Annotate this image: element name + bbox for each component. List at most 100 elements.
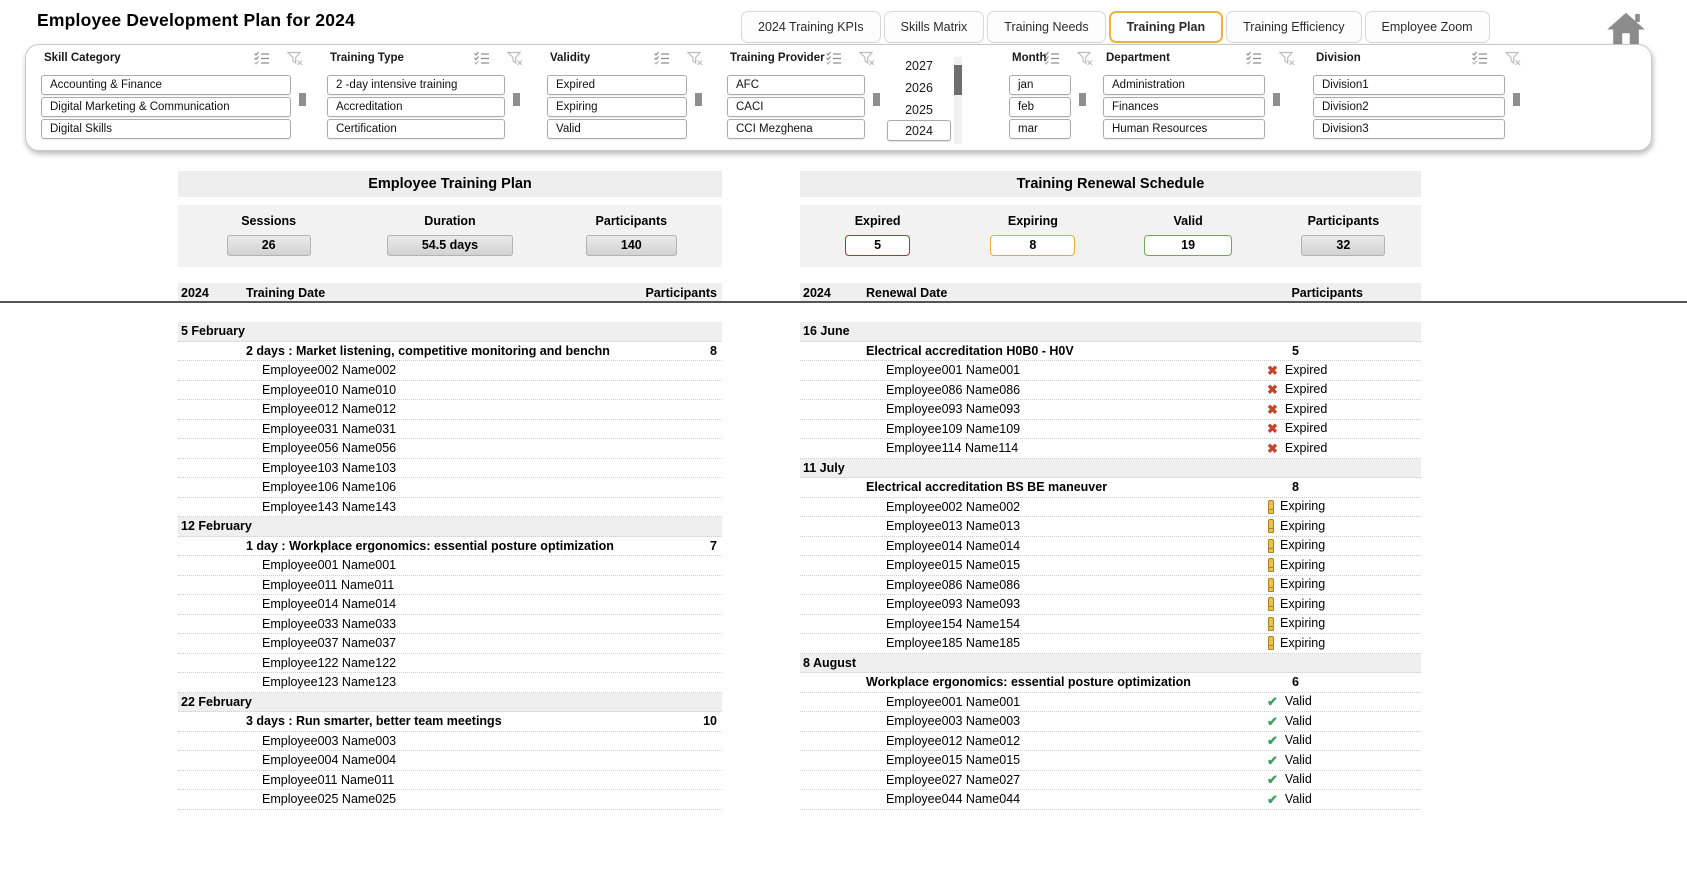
table-row-employee: Employee123 Name123	[178, 673, 722, 693]
slicer-training-provider-item[interactable]: CACI	[727, 97, 865, 117]
slicer-training-type-item[interactable]: Certification	[327, 119, 505, 139]
slicer-skill-category-item[interactable]: Digital Skills	[41, 119, 291, 139]
year-label: 2024	[803, 286, 831, 300]
clear-filter-icon[interactable]	[1504, 51, 1521, 71]
slicer-division-item[interactable]: Division1	[1313, 75, 1505, 95]
slicer-year-item[interactable]: 2026	[887, 78, 951, 99]
home-icon[interactable]	[1602, 8, 1650, 48]
expiring-icon	[1267, 499, 1274, 514]
slicer-skill-category-item[interactable]: Digital Marketing & Communication	[41, 97, 291, 117]
slicer-division-title: Division	[1316, 52, 1361, 64]
multi-select-icon[interactable]	[1245, 51, 1262, 70]
slicer-year-item-selected[interactable]: 2024	[887, 120, 951, 141]
session-title: Electrical accreditation H0B0 - H0V	[866, 343, 1074, 358]
table-rows: 5 February 2 days : Market listening, com…	[178, 322, 722, 810]
expired-icon: ✖	[1267, 421, 1278, 437]
slicer-training-provider-item[interactable]: AFC	[727, 75, 865, 95]
employee-name: Employee103 Name103	[262, 460, 397, 475]
status-cell: ✔ Valid	[1267, 790, 1312, 809]
table-row-employee: Employee012 Name012	[178, 400, 722, 420]
table-row-employee: Employee086 Name086 ✖ Expired	[800, 381, 1421, 400]
status-label: Valid	[1284, 791, 1312, 806]
tab-2024-training-kpis[interactable]: 2024 Training KPIs	[741, 11, 881, 43]
slicer-training-provider-scrollbar[interactable]	[873, 93, 880, 106]
employee-name: Employee123 Name123	[262, 675, 397, 689]
multi-select-icon[interactable]	[653, 51, 670, 70]
slicer-skill-category-item[interactable]: Accounting & Finance	[41, 75, 291, 95]
slicer-division-item[interactable]: Division3	[1313, 119, 1505, 139]
expiring-icon	[1267, 597, 1274, 612]
tab-employee-zoom[interactable]: Employee Zoom	[1364, 11, 1490, 43]
multi-select-icon[interactable]	[473, 51, 490, 70]
clear-filter-icon[interactable]	[506, 51, 523, 71]
slicer-division-item[interactable]: Division2	[1313, 97, 1505, 117]
slicer-department-item[interactable]: Administration	[1103, 75, 1265, 95]
status-label: Expiring	[1280, 499, 1326, 514]
kpi-value: 8	[990, 235, 1076, 256]
participants-column-label: Participants	[645, 286, 717, 300]
multi-select-icon[interactable]	[1471, 51, 1488, 70]
status-cell: ✖ Expired	[1267, 439, 1327, 458]
kpi-label: Sessions	[241, 214, 297, 228]
expired-icon: ✖	[1267, 440, 1278, 456]
table-row-employee: Employee002 Name002	[178, 361, 722, 381]
clear-filter-icon[interactable]	[858, 51, 875, 71]
slicer-department-item[interactable]: Finances	[1103, 97, 1265, 117]
slicer-validity-item[interactable]: Valid	[547, 119, 687, 139]
slicer-division-scrollbar[interactable]	[1513, 93, 1520, 106]
slicer-month-scrollbar[interactable]	[1079, 93, 1086, 106]
employee-name: Employee031 Name031	[262, 421, 397, 436]
employee-name: Employee122 Name122	[262, 655, 397, 670]
employee-name: Employee012 Name012	[886, 733, 1021, 748]
multi-select-icon[interactable]	[253, 51, 270, 70]
status-cell: ✔ Valid	[1267, 693, 1312, 712]
home-icon-glyph	[1607, 12, 1645, 45]
kpi-value: 19	[1144, 235, 1233, 256]
valid-icon: ✔	[1267, 733, 1278, 749]
slicer-month-item[interactable]: mar	[1009, 119, 1071, 139]
clear-filter-icon[interactable]	[1278, 51, 1295, 71]
expired-icon: ✖	[1267, 382, 1278, 398]
multi-select-icon[interactable]	[1043, 51, 1060, 70]
multi-select-icon[interactable]	[825, 51, 842, 70]
status-label: Expiring	[1280, 518, 1326, 533]
slicer-training-type-item[interactable]: Accreditation	[327, 97, 505, 117]
slicer-month-item[interactable]: feb	[1009, 97, 1071, 117]
session-participants: 10	[703, 714, 717, 728]
year-scrollbar-thumb[interactable]	[954, 65, 962, 95]
tab-training-plan[interactable]: Training Plan	[1108, 11, 1224, 43]
slicer-skill-category-scrollbar[interactable]	[299, 93, 306, 106]
table-row-session: 3 days : Run smarter, better team meetin…	[178, 712, 722, 732]
slicer-year-item[interactable]: 2025	[887, 100, 951, 121]
expired-icon: ✖	[1267, 362, 1278, 378]
slicer-validity-item[interactable]: Expiring	[547, 97, 687, 117]
clear-filter-icon[interactable]	[286, 51, 303, 71]
slicer-validity-item[interactable]: Expired	[547, 75, 687, 95]
tab-training-efficiency[interactable]: Training Efficiency	[1226, 11, 1362, 43]
slicer-month-item[interactable]: jan	[1009, 75, 1071, 95]
employee-name: Employee014 Name014	[886, 538, 1021, 553]
employee-name: Employee001 Name001	[886, 694, 1021, 709]
status-label: Valid	[1284, 772, 1312, 787]
status-label: Expired	[1284, 401, 1328, 416]
table-row-session: Electrical accreditation H0B0 - H0V 5	[800, 342, 1421, 361]
status-cell: ✔ Valid	[1267, 712, 1312, 731]
slicer-year-item[interactable]: 2027	[887, 56, 951, 77]
table-row-employee: Employee185 Name185 Expiring	[800, 634, 1421, 654]
slicer-department-item[interactable]: Human Resources	[1103, 119, 1265, 139]
slicer-training-provider-item[interactable]: CCI Mezghena	[727, 119, 865, 139]
status-label: Valid	[1284, 694, 1312, 709]
tab-bar: 2024 Training KPIs Skills Matrix Training …	[738, 11, 1490, 43]
kpi-expiring: Expiring 8	[955, 205, 1110, 267]
slicer-training-type-scrollbar[interactable]	[513, 93, 520, 106]
tab-training-needs[interactable]: Training Needs	[987, 11, 1106, 43]
table-row-employee: Employee010 Name010	[178, 381, 722, 400]
slicer-validity-scrollbar[interactable]	[695, 93, 702, 106]
slicer-department-scrollbar[interactable]	[1273, 93, 1280, 106]
tab-skills-matrix[interactable]: Skills Matrix	[883, 11, 985, 43]
clear-filter-icon[interactable]	[686, 51, 703, 71]
employee-name: Employee004 Name004	[262, 753, 397, 767]
clear-filter-icon[interactable]	[1076, 51, 1093, 71]
employee-name: Employee093 Name093	[886, 402, 1021, 416]
slicer-training-type-item[interactable]: 2 -day intensive training	[327, 75, 505, 95]
